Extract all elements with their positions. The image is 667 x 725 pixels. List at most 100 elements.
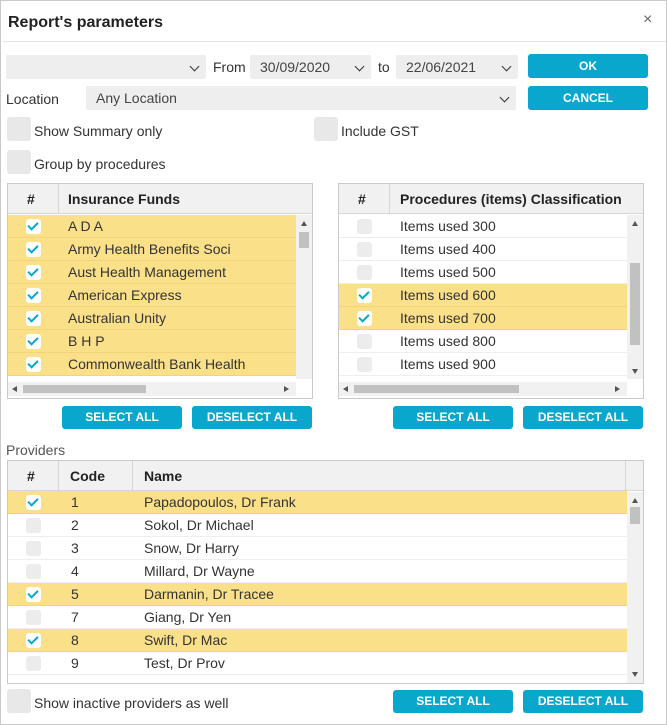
procedures-select-all-button[interactable]: SELECT ALL: [393, 406, 513, 429]
providers-row[interactable]: 5 Darmanin, Dr Tracee: [8, 583, 627, 606]
to-date-value: 22/06/2021: [406, 59, 477, 75]
insurance-fund-name: Commonwealth Bank Health: [68, 356, 246, 372]
provider-code: 8: [71, 632, 79, 648]
insurance-row[interactable]: Commonwealth Bank Health: [8, 353, 296, 376]
insurance-horizontal-scrollbar[interactable]: [8, 382, 296, 396]
providers-row[interactable]: 3 Snow, Dr Harry: [8, 537, 627, 560]
from-date-picker[interactable]: 30/09/2020: [250, 55, 371, 79]
close-icon[interactable]: ×: [643, 11, 652, 29]
insurance-name-header[interactable]: Insurance Funds: [68, 184, 180, 214]
scroll-left-icon[interactable]: [12, 386, 17, 392]
column-divider: [625, 461, 626, 491]
column-divider: [58, 461, 59, 491]
insurance-fund-name: Army Health Benefits Soci: [68, 241, 231, 257]
providers-row[interactable]: 9 Test, Dr Prov: [8, 652, 627, 675]
chevron-down-icon: [354, 61, 365, 72]
providers-code-header[interactable]: Code: [70, 461, 105, 491]
to-date-picker[interactable]: 22/06/2021: [396, 55, 518, 79]
row-checkbox[interactable]: [26, 656, 41, 671]
scroll-thumb[interactable]: [23, 385, 146, 393]
provider-name: Millard, Dr Wayne: [144, 563, 255, 579]
scroll-thumb[interactable]: [630, 507, 640, 524]
row-checkbox[interactable]: [26, 495, 41, 510]
insurance-deselect-all-button[interactable]: DESELECT ALL: [192, 406, 312, 429]
procedures-row[interactable]: Items used 700: [339, 307, 627, 330]
location-select[interactable]: Any Location: [86, 86, 516, 110]
providers-row[interactable]: 8 Swift, Dr Mac: [8, 629, 627, 652]
row-checkbox[interactable]: [357, 265, 372, 280]
provider-name: Swift, Dr Mac: [144, 632, 228, 648]
group-by-procedures-checkbox[interactable]: [7, 150, 31, 174]
scroll-right-icon[interactable]: [284, 386, 289, 392]
scroll-up-icon[interactable]: [632, 221, 638, 226]
insurance-row[interactable]: A D A: [8, 215, 296, 238]
insurance-row[interactable]: Army Health Benefits Soci: [8, 238, 296, 261]
insurance-row[interactable]: American Express: [8, 284, 296, 307]
row-checkbox[interactable]: [357, 357, 372, 372]
row-checkbox[interactable]: [357, 242, 372, 257]
row-checkbox[interactable]: [26, 334, 41, 349]
row-checkbox[interactable]: [357, 219, 372, 234]
to-label: to: [378, 59, 390, 75]
row-checkbox[interactable]: [26, 265, 41, 280]
show-inactive-checkbox[interactable]: [7, 689, 31, 713]
procedures-row[interactable]: Items used 900: [339, 353, 627, 376]
row-checkbox[interactable]: [26, 541, 41, 556]
providers-row[interactable]: 7 Giang, Dr Yen: [8, 606, 627, 629]
column-divider: [389, 184, 390, 214]
procedures-row[interactable]: Items used 600: [339, 284, 627, 307]
row-checkbox[interactable]: [357, 288, 372, 303]
procedures-row[interactable]: Items used 300: [339, 215, 627, 238]
row-checkbox[interactable]: [357, 311, 372, 326]
row-checkbox[interactable]: [26, 242, 41, 257]
providers-row[interactable]: 4 Millard, Dr Wayne: [8, 560, 627, 583]
scroll-down-icon[interactable]: [632, 369, 638, 374]
insurance-row[interactable]: Australian Unity: [8, 307, 296, 330]
row-checkbox[interactable]: [26, 357, 41, 372]
ok-button[interactable]: OK: [528, 54, 648, 78]
providers-name-header[interactable]: Name: [144, 461, 182, 491]
providers-select-all-button[interactable]: SELECT ALL: [393, 690, 513, 713]
procedures-vertical-scrollbar[interactable]: [627, 215, 643, 379]
insurance-row[interactable]: B H P: [8, 330, 296, 353]
row-checkbox[interactable]: [357, 334, 372, 349]
providers-row[interactable]: 2 Sokol, Dr Michael: [8, 514, 627, 537]
from-label: From: [213, 59, 246, 75]
procedures-row[interactable]: Items used 400: [339, 238, 627, 261]
insurance-vertical-scrollbar[interactable]: [296, 215, 312, 379]
row-checkbox[interactable]: [26, 610, 41, 625]
insurance-row[interactable]: Aust Health Management: [8, 261, 296, 284]
row-checkbox[interactable]: [26, 518, 41, 533]
procedures-name-header[interactable]: Procedures (items) Classification: [400, 184, 622, 214]
scroll-down-icon[interactable]: [632, 672, 638, 677]
procedures-row[interactable]: Items used 500: [339, 261, 627, 284]
cancel-button[interactable]: CANCEL: [528, 86, 648, 110]
procedure-class-name: Items used 600: [400, 287, 496, 303]
scroll-up-icon[interactable]: [301, 221, 307, 226]
procedures-row[interactable]: Items used 800: [339, 330, 627, 353]
scroll-right-icon[interactable]: [615, 386, 620, 392]
procedures-deselect-all-button[interactable]: DESELECT ALL: [523, 406, 643, 429]
procedures-horizontal-scrollbar[interactable]: [339, 382, 627, 396]
row-checkbox[interactable]: [26, 564, 41, 579]
scroll-thumb[interactable]: [354, 385, 519, 393]
report-type-select[interactable]: [6, 55, 206, 79]
provider-name: Papadopoulos, Dr Frank: [144, 494, 296, 510]
providers-deselect-all-button[interactable]: DESELECT ALL: [523, 690, 643, 713]
providers-row[interactable]: 1 Papadopoulos, Dr Frank: [8, 491, 627, 514]
show-summary-checkbox[interactable]: [7, 117, 31, 141]
row-checkbox[interactable]: [26, 633, 41, 648]
include-gst-checkbox[interactable]: [314, 117, 338, 141]
providers-vertical-scrollbar[interactable]: [627, 492, 643, 683]
scroll-left-icon[interactable]: [343, 386, 348, 392]
include-gst-label: Include GST: [341, 123, 419, 139]
chevron-down-icon: [501, 61, 512, 72]
row-checkbox[interactable]: [26, 288, 41, 303]
row-checkbox[interactable]: [26, 311, 41, 326]
scroll-thumb[interactable]: [630, 263, 640, 345]
scroll-up-icon[interactable]: [632, 498, 638, 503]
insurance-select-all-button[interactable]: SELECT ALL: [62, 406, 182, 429]
row-checkbox[interactable]: [26, 219, 41, 234]
scroll-thumb[interactable]: [299, 232, 309, 248]
row-checkbox[interactable]: [26, 587, 41, 602]
